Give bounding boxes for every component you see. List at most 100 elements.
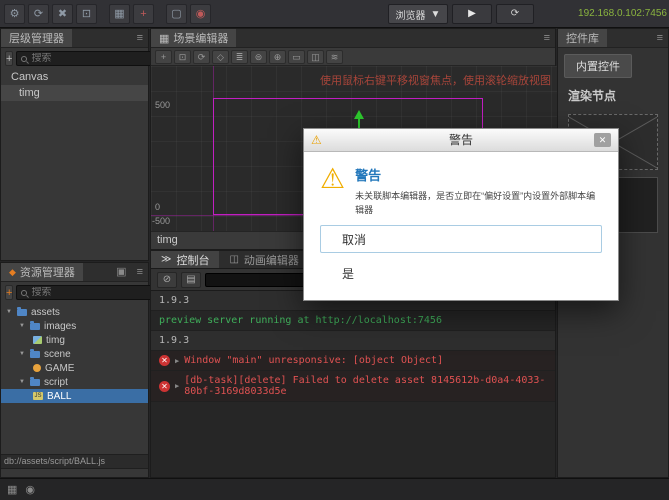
script-asset-icon: JS [33,392,43,400]
grid-toggle-icon[interactable]: ▦ [7,483,17,496]
console-icon: ≫ [161,254,172,265]
scale-tool-icon[interactable]: ◇ [212,49,229,64]
tree-item-label: script [44,376,68,388]
log-text: 1.9.3 [159,295,190,306]
animation-icon: ◫ [229,254,239,265]
scene-hint-text: 使用鼠标右键平移视窗焦点，使用滚轮缩放视图 [320,75,551,87]
layout-tool-icon[interactable]: ▭ [288,49,305,64]
console-log-list: 1.9.3 preview server running at http://l… [151,291,555,402]
grid-icon: ▦ [159,32,170,45]
caret-down-icon[interactable]: ▼ [18,379,26,385]
menu-icon[interactable]: ≡ [132,29,148,47]
scene-tab[interactable]: ▦ 场景编辑器 [151,29,237,47]
frame-icon[interactable]: ▢ [166,4,187,24]
log-row[interactable]: ✕ ▶ [db-task][delete] Failed to delete a… [151,371,555,402]
tree-item-assets[interactable]: ▼ assets [1,305,148,319]
tree-item-images[interactable]: ▼ images [1,319,148,333]
cancel-button[interactable]: 取消 [320,225,602,253]
menu-icon[interactable]: ≡ [132,263,148,281]
tab-builtin-widgets[interactable]: 内置控件 [564,54,632,78]
search-icon [21,289,28,296]
log-text: Window "main" unresponsive: [object Obje… [184,355,444,366]
wave-tool-icon[interactable]: ≋ [326,49,343,64]
scene-header: ▦ 场景编辑器 ≡ [151,29,555,48]
tree-item-script[interactable]: ▼ script [1,375,148,389]
copy-panel-icon[interactable]: ▣ [111,263,131,281]
preview-ip-address: 192.168.0.102:7456 [578,8,667,19]
close-icon[interactable]: ✕ [594,133,611,147]
tab-console-label: 控制台 [176,254,210,267]
hierarchy-title: 层级管理器 [9,33,64,45]
confirm-button-label: 是 [342,266,355,281]
render-nodes-section-label: 渲染节点 [568,89,617,103]
tree-item-label: assets [31,306,60,318]
expand-icon[interactable]: ▶ [175,357,179,365]
tree-item-scene[interactable]: ▼ scene [1,347,148,361]
add-node-button[interactable]: + [5,51,14,66]
assets-header: ◆ 资源管理器 ▣ ≡ [1,263,148,282]
caret-down-icon[interactable]: ▼ [18,323,26,329]
confirm-button[interactable]: 是 [320,262,602,284]
sync-icon[interactable]: ⟳ [28,4,49,24]
anchor-tool-icon[interactable]: ⊕ [269,49,286,64]
browser-dropdown[interactable]: 浏览器 ▼ [388,4,448,24]
tree-item-timg[interactable]: timg [1,333,148,347]
tree-item-ball[interactable]: JS BALL [1,389,148,403]
pivot-tool-icon[interactable]: ⊜ [250,49,267,64]
log-list-icon[interactable]: ▤ [181,271,201,288]
log-row[interactable]: preview server running at http://localho… [151,311,555,331]
view-tool-icon[interactable]: ◫ [307,49,324,64]
move-tool-icon[interactable]: + [155,49,172,64]
scene-title: 场景编辑器 [173,33,229,45]
folder-icon [30,320,40,330]
caret-down-icon[interactable]: ▼ [5,309,13,315]
gear-icon[interactable]: ⚙ [4,4,25,24]
clear-console-icon[interactable]: ⊘ [157,271,177,288]
error-icon: ✕ [159,355,170,366]
rect-tool-icon[interactable]: ⊡ [174,49,191,64]
assets-search-row: + [1,282,169,303]
assets-panel: ◆ 资源管理器 ▣ ≡ + ▼ assets ▼ images [0,262,169,478]
header-spacer [72,29,132,47]
refresh-button[interactable]: ⟳ [496,4,534,24]
dialog-message-row: ⚠ 警告 未关联脚本编辑器，是否立即在“偏好设置”内设置外部脚本编辑器 [320,164,602,217]
hierarchy-item-timg[interactable]: timg [1,85,148,101]
hierarchy-tab[interactable]: 层级管理器 [1,29,72,47]
menu-icon[interactable]: ≡ [539,29,555,47]
main-toolbar: ⚙ ⟳ ✖ ⊡ ▦ + ▢ ◉ 浏览器 ▼ ▶ ⟳ 192.168.0.102:… [0,0,669,28]
record-icon[interactable]: ◉ [190,4,211,24]
log-row[interactable]: ✕ ▶ Window "main" unresponsive: [object … [151,351,555,371]
chevron-down-icon: ▼ [430,8,441,20]
widgets-tab[interactable]: 控件库 [558,29,607,47]
assets-search-input[interactable] [31,287,164,298]
tree-item-label: GAME [45,362,75,374]
assets-tab[interactable]: ◆ 资源管理器 [1,263,83,281]
dialog-body: ⚠ 警告 未关联脚本编辑器，是否立即在“偏好设置”内设置外部脚本编辑器 取消 是 [304,152,618,284]
log-row[interactable]: 1.9.3 [151,331,555,351]
ruler-label-500: 500 [155,100,171,110]
tree-item-game[interactable]: GAME [1,361,148,375]
rotate-tool-icon[interactable]: ⟳ [193,49,210,64]
tab-animation-label: 动画编辑器 [243,254,299,267]
expand-icon[interactable]: ▶ [175,382,179,390]
caret-down-icon[interactable]: ▼ [18,351,26,357]
dialog-title-bar[interactable]: ⚠ 警告 ✕ [304,129,618,152]
scene-asset-icon [33,364,41,372]
ruler-label-minus500: -500 [152,216,171,226]
play-button[interactable]: ▶ [452,4,492,24]
tab-animation-editor[interactable]: ◫ 动画编辑器 [219,251,308,268]
tab-console[interactable]: ≫ 控制台 [151,251,220,268]
visibility-icon[interactable]: ◉ [25,483,35,496]
rect-tool-icon[interactable]: ⊡ [76,4,97,24]
scene-toolbar: + ⊡ ⟳ ◇ ≣ ⊜ ⊕ ▭ ◫ ≋ [151,48,555,66]
add-asset-button[interactable]: + [5,285,14,300]
align-tool-icon[interactable]: ≣ [231,49,248,64]
tree-item-label: images [44,320,77,332]
add-icon[interactable]: + [133,4,154,24]
menu-icon[interactable]: ≡ [652,29,668,47]
film-icon[interactable]: ▦ [109,4,130,24]
scale-tool-icon[interactable]: ✖ [52,4,73,24]
gizmo-arrowhead [354,110,364,119]
hierarchy-item-canvas[interactable]: Canvas [1,69,148,85]
hierarchy-search-input[interactable] [31,53,164,64]
